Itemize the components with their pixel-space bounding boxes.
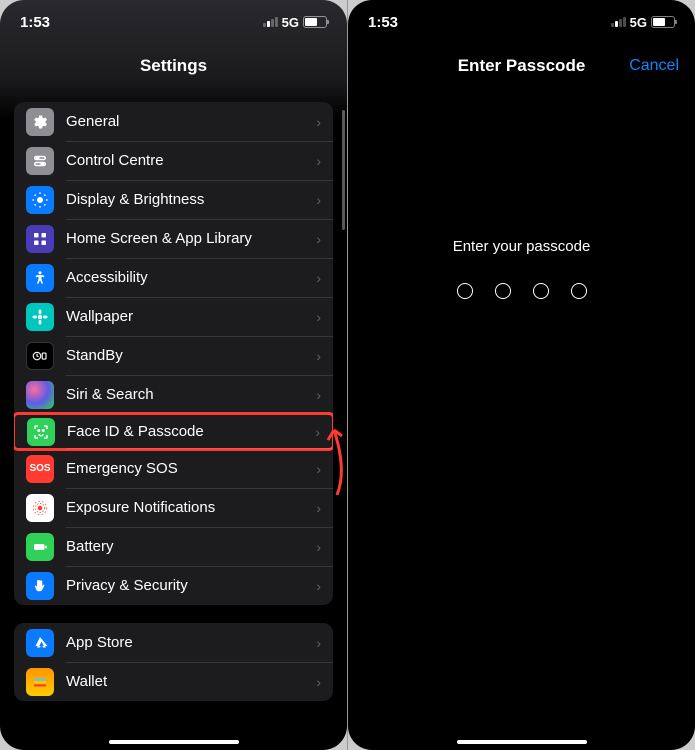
chevron-right-icon: ›	[316, 270, 321, 286]
network-label: 5G	[282, 15, 299, 30]
chevron-right-icon: ›	[316, 461, 321, 477]
chevron-right-icon: ›	[316, 192, 321, 208]
wallet-icon	[26, 668, 54, 696]
row-siri-search[interactable]: Siri & Search ›	[14, 375, 333, 414]
row-label: Siri & Search	[66, 386, 304, 403]
sun-icon	[26, 186, 54, 214]
passcode-dot	[533, 283, 549, 299]
row-label: Home Screen & App Library	[66, 230, 304, 247]
row-label: Face ID & Passcode	[67, 423, 303, 440]
chevron-right-icon: ›	[315, 424, 320, 440]
settings-content[interactable]: General › Control Centre › Display & Bri…	[0, 88, 347, 750]
status-time: 1:53	[20, 14, 50, 31]
page-title: Settings	[140, 56, 207, 76]
row-label: Wallet	[66, 673, 304, 690]
cancel-button[interactable]: Cancel	[629, 57, 679, 75]
row-accessibility[interactable]: Accessibility ›	[14, 258, 333, 297]
settings-group-2: App Store › Wallet ›	[14, 623, 333, 701]
passcode-dot	[495, 283, 511, 299]
network-label: 5G	[630, 15, 647, 30]
chevron-right-icon: ›	[316, 674, 321, 690]
row-label: App Store	[66, 634, 304, 651]
chevron-right-icon: ›	[316, 114, 321, 130]
passcode-dot	[571, 283, 587, 299]
home-indicator[interactable]	[457, 740, 587, 744]
faceid-icon	[27, 418, 55, 446]
row-display-brightness[interactable]: Display & Brightness ›	[14, 180, 333, 219]
status-bar: 1:53 5G	[0, 0, 347, 44]
siri-icon	[26, 381, 54, 409]
chevron-right-icon: ›	[316, 153, 321, 169]
row-home-screen[interactable]: Home Screen & App Library ›	[14, 219, 333, 258]
row-faceid-passcode[interactable]: Face ID & Passcode ›	[14, 412, 333, 451]
row-label: Privacy & Security	[66, 577, 304, 594]
battery-icon	[651, 16, 675, 28]
row-label: Accessibility	[66, 269, 304, 286]
chevron-right-icon: ›	[316, 387, 321, 403]
chevron-right-icon: ›	[316, 348, 321, 364]
appstore-icon	[26, 629, 54, 657]
row-label: Exposure Notifications	[66, 499, 304, 516]
chevron-right-icon: ›	[316, 500, 321, 516]
chevron-right-icon: ›	[316, 231, 321, 247]
signal-icon	[263, 17, 278, 27]
battery-icon	[303, 16, 327, 28]
row-wallpaper[interactable]: Wallpaper ›	[14, 297, 333, 336]
row-label: StandBy	[66, 347, 304, 364]
home-indicator[interactable]	[109, 740, 239, 744]
gear-icon	[26, 108, 54, 136]
flower-icon	[26, 303, 54, 331]
row-label: Control Centre	[66, 152, 304, 169]
accessibility-icon	[26, 264, 54, 292]
row-label: Wallpaper	[66, 308, 304, 325]
hand-icon	[26, 572, 54, 600]
row-exposure-notifications[interactable]: Exposure Notifications ›	[14, 488, 333, 527]
chevron-right-icon: ›	[316, 309, 321, 325]
battery-icon	[26, 533, 54, 561]
passcode-dots	[348, 283, 695, 299]
row-general[interactable]: General ›	[14, 102, 333, 141]
scrollbar[interactable]	[342, 110, 345, 230]
chevron-right-icon: ›	[316, 578, 321, 594]
row-privacy-security[interactable]: Privacy & Security ›	[14, 566, 333, 605]
settings-screen: 1:53 5G Settings General › Control Centr…	[0, 0, 347, 750]
row-label: Display & Brightness	[66, 191, 304, 208]
status-indicators: 5G	[263, 15, 327, 30]
row-app-store[interactable]: App Store ›	[14, 623, 333, 662]
grid-icon	[26, 225, 54, 253]
status-bar: 1:53 5G	[348, 0, 695, 44]
passcode-screen: 1:53 5G Enter Passcode Cancel Enter your…	[348, 0, 695, 750]
nav-bar: Settings	[0, 44, 347, 88]
clock-icon	[26, 342, 54, 370]
status-indicators: 5G	[611, 15, 675, 30]
row-emergency-sos[interactable]: SOS Emergency SOS ›	[14, 449, 333, 488]
row-battery[interactable]: Battery ›	[14, 527, 333, 566]
nav-bar: Enter Passcode Cancel	[348, 44, 695, 88]
row-standby[interactable]: StandBy ›	[14, 336, 333, 375]
row-wallet[interactable]: Wallet ›	[14, 662, 333, 701]
settings-group-1: General › Control Centre › Display & Bri…	[14, 102, 333, 605]
row-label: General	[66, 113, 304, 130]
passcode-dot	[457, 283, 473, 299]
passcode-prompt: Enter your passcode	[348, 238, 695, 255]
row-control-centre[interactable]: Control Centre ›	[14, 141, 333, 180]
chevron-right-icon: ›	[316, 635, 321, 651]
signal-icon	[611, 17, 626, 27]
chevron-right-icon: ›	[316, 539, 321, 555]
sliders-icon	[26, 147, 54, 175]
passcode-content: Enter your passcode	[348, 88, 695, 299]
status-time: 1:53	[368, 14, 398, 31]
page-title: Enter Passcode	[458, 56, 586, 76]
row-label: Battery	[66, 538, 304, 555]
exposure-icon	[26, 494, 54, 522]
sos-icon: SOS	[26, 455, 54, 483]
row-label: Emergency SOS	[66, 460, 304, 477]
